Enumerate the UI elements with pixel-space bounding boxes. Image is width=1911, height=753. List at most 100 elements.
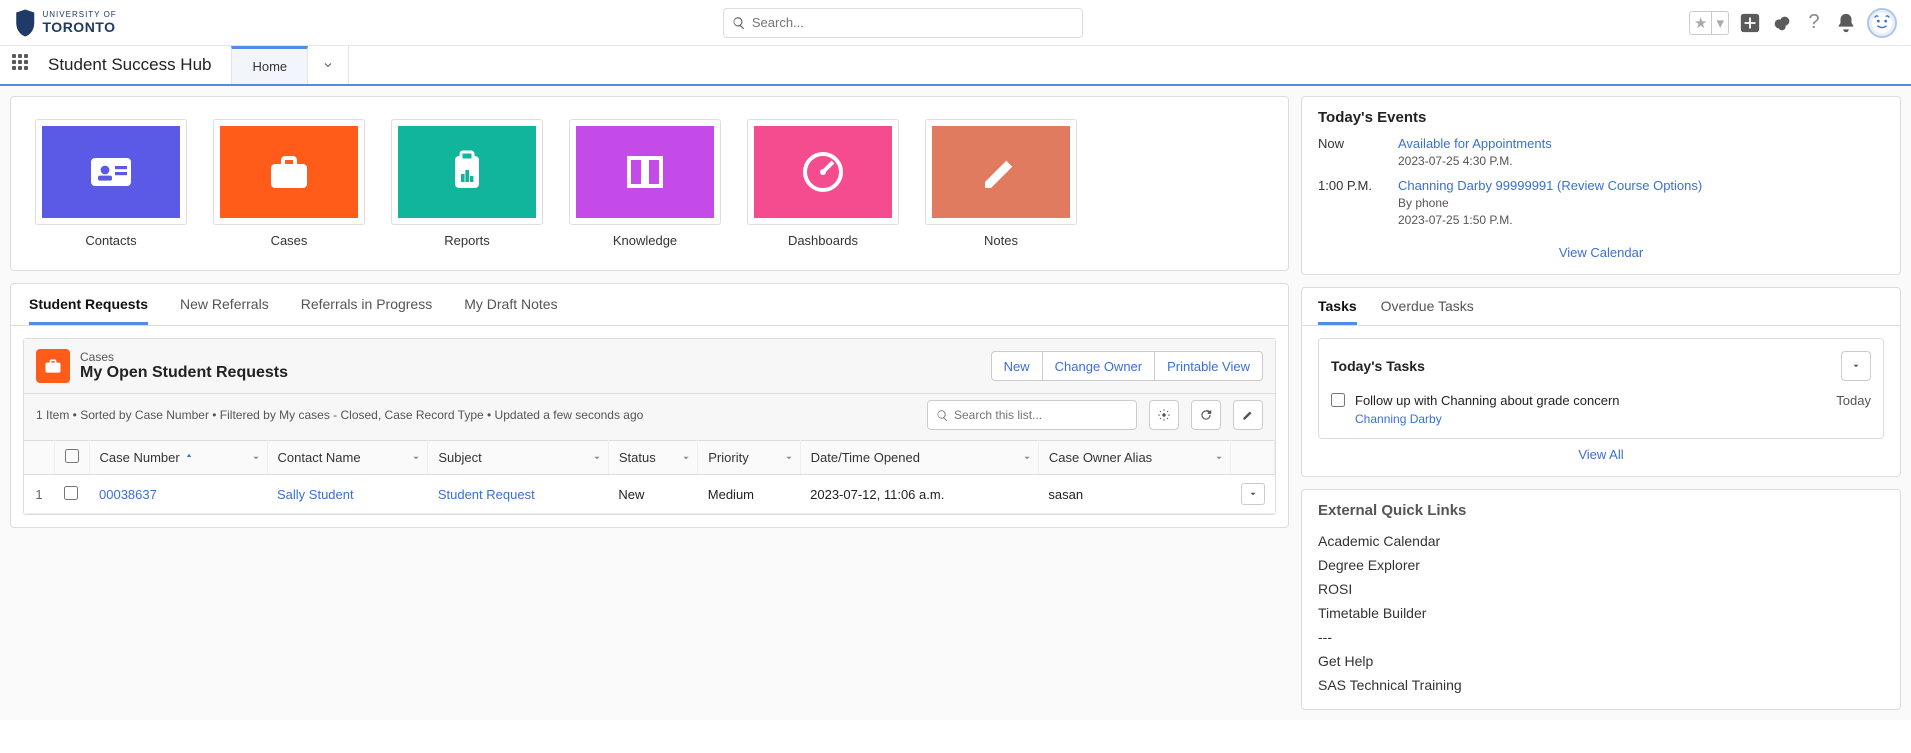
quick-links-card: External Quick Links Academic Calendar D…: [1301, 489, 1901, 710]
quick-link[interactable]: Academic Calendar: [1318, 529, 1884, 553]
table-row: 1 00038637 Sally Student Student Request…: [24, 475, 1275, 514]
quick-link[interactable]: SAS Technical Training: [1318, 673, 1884, 697]
tile-label: Reports: [391, 233, 543, 248]
tasks-title: Today's Tasks: [1331, 358, 1425, 374]
quick-link[interactable]: Degree Explorer: [1318, 553, 1884, 577]
listview-icon: [36, 349, 70, 383]
salesforce-setup-icon[interactable]: [1771, 12, 1793, 34]
row-actions-menu[interactable]: [1241, 483, 1265, 505]
col-opened[interactable]: Date/Time Opened: [800, 441, 1038, 475]
task-item: Follow up with Channing about grade conc…: [1331, 393, 1871, 426]
tile-cases[interactable]: [213, 119, 365, 225]
tile-contacts[interactable]: [35, 119, 187, 225]
global-header: UNIVERSITY OF TORONTO ★▾ ?: [0, 0, 1911, 46]
app-launcher-icon[interactable]: [12, 54, 34, 76]
tab-referrals-in-progress[interactable]: Referrals in Progress: [301, 296, 433, 325]
quick-link[interactable]: ROSI: [1318, 577, 1884, 601]
listview-meta: 1 Item • Sorted by Case Number • Filtere…: [36, 408, 643, 422]
listview-settings-icon[interactable]: [1149, 400, 1179, 430]
task-text: Follow up with Channing about grade conc…: [1355, 393, 1826, 408]
student-requests-card: Student Requests New Referrals Referrals…: [10, 283, 1289, 528]
cases-table: Case Number Contact Name Subject Status …: [24, 440, 1275, 514]
add-icon[interactable]: [1739, 12, 1761, 34]
event-sub: By phone: [1398, 196, 1702, 210]
event-item: Now Available for Appointments 2023-07-2…: [1318, 136, 1884, 168]
col-subject[interactable]: Subject: [428, 441, 609, 475]
case-number-link[interactable]: 00038637: [99, 487, 157, 502]
row-number: 1: [24, 475, 54, 514]
subject-link[interactable]: Student Request: [438, 487, 535, 502]
contact-link[interactable]: Sally Student: [277, 487, 354, 502]
new-button[interactable]: New: [991, 351, 1042, 381]
col-contact-name[interactable]: Contact Name: [267, 441, 428, 475]
tile-label: Cases: [213, 233, 365, 248]
tile-knowledge[interactable]: [569, 119, 721, 225]
tab-overdue-tasks[interactable]: Overdue Tasks: [1381, 298, 1474, 325]
status-cell: New: [608, 475, 697, 514]
owner-cell: sasan: [1038, 475, 1230, 514]
event-link[interactable]: Available for Appointments: [1398, 136, 1552, 151]
event-time: Now: [1318, 136, 1378, 168]
tile-dashboards[interactable]: [747, 119, 899, 225]
event-sub: 2023-07-25 4:30 P.M.: [1398, 154, 1552, 168]
view-calendar-link[interactable]: View Calendar: [1559, 245, 1643, 260]
listview-title: My Open Student Requests: [80, 364, 981, 382]
notifications-icon[interactable]: [1835, 12, 1857, 34]
event-item: 1:00 P.M. Channing Darby 99999991 (Revie…: [1318, 178, 1884, 227]
tasks-menu-button[interactable]: [1841, 351, 1871, 381]
home-tiles: Contacts Cases Reports Knowledge Dashboa…: [10, 96, 1289, 271]
org-name: TORONTO: [43, 19, 117, 35]
help-icon[interactable]: ?: [1803, 12, 1825, 34]
quick-link[interactable]: Get Help: [1318, 649, 1884, 673]
tab-nav-chevron[interactable]: [308, 46, 349, 84]
tile-label: Contacts: [35, 233, 187, 248]
user-avatar[interactable]: [1867, 8, 1897, 38]
select-all-checkbox[interactable]: [65, 449, 79, 463]
sr-tabs: Student Requests New Referrals Referrals…: [11, 284, 1288, 326]
col-case-number[interactable]: Case Number: [89, 441, 267, 475]
col-owner[interactable]: Case Owner Alias: [1038, 441, 1230, 475]
tab-my-draft-notes[interactable]: My Draft Notes: [464, 296, 557, 325]
event-time: 1:00 P.M.: [1318, 178, 1378, 227]
app-name: Student Success Hub: [48, 55, 211, 75]
header-utilities: ★▾ ?: [1689, 8, 1897, 38]
view-all-tasks-link[interactable]: View All: [1578, 447, 1623, 462]
favorites-button[interactable]: ★▾: [1689, 11, 1729, 35]
tab-student-requests[interactable]: Student Requests: [29, 296, 148, 325]
todays-events-card: Today's Events Now Available for Appoint…: [1301, 96, 1901, 275]
task-checkbox[interactable]: [1331, 393, 1345, 407]
change-owner-button[interactable]: Change Owner: [1042, 351, 1154, 381]
event-link[interactable]: Channing Darby 99999991 (Review Course O…: [1398, 178, 1702, 193]
org-logo[interactable]: UNIVERSITY OF TORONTO: [14, 8, 117, 38]
printable-view-button[interactable]: Printable View: [1154, 351, 1263, 381]
listview: Cases My Open Student Requests New Chang…: [23, 338, 1276, 515]
opened-cell: 2023-07-12, 11:06 a.m.: [800, 475, 1038, 514]
tile-notes[interactable]: [925, 119, 1077, 225]
edit-icon[interactable]: [1233, 400, 1263, 430]
tasks-card: Tasks Overdue Tasks Today's Tasks Follow…: [1301, 287, 1901, 477]
col-priority[interactable]: Priority: [698, 441, 800, 475]
events-title: Today's Events: [1318, 109, 1884, 126]
listview-suptitle: Cases: [80, 350, 981, 364]
tab-new-referrals[interactable]: New Referrals: [180, 296, 269, 325]
col-status[interactable]: Status: [608, 441, 697, 475]
global-search-input[interactable]: [752, 15, 1074, 30]
listview-search-input[interactable]: [954, 408, 1128, 422]
org-sup: UNIVERSITY OF: [43, 10, 117, 19]
task-date: Today: [1836, 393, 1871, 408]
quick-link[interactable]: Timetable Builder: [1318, 601, 1884, 625]
row-checkbox[interactable]: [64, 486, 78, 500]
tab-tasks[interactable]: Tasks: [1318, 298, 1357, 325]
listview-search[interactable]: [927, 400, 1137, 430]
event-sub: 2023-07-25 1:50 P.M.: [1398, 213, 1702, 227]
quick-links-title: External Quick Links: [1318, 502, 1884, 519]
refresh-icon[interactable]: [1191, 400, 1221, 430]
tab-home[interactable]: Home: [231, 46, 308, 84]
tile-label: Knowledge: [569, 233, 721, 248]
quick-link-divider: ---: [1318, 625, 1884, 649]
tile-reports[interactable]: [391, 119, 543, 225]
tile-label: Dashboards: [747, 233, 899, 248]
tile-label: Notes: [925, 233, 1077, 248]
global-search[interactable]: [723, 8, 1083, 38]
task-related-link[interactable]: Channing Darby: [1355, 412, 1442, 426]
